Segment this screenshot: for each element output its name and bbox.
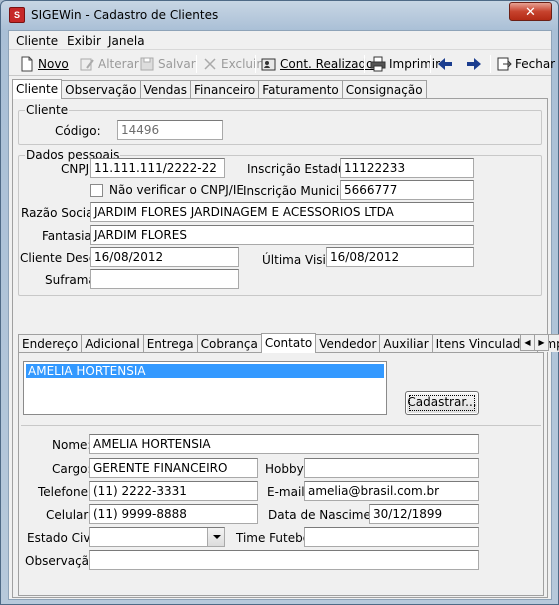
window-title: SIGEWin - Cadastro de Clientes	[31, 8, 219, 22]
estado-civil-select[interactable]	[89, 527, 225, 547]
new-document-icon	[19, 56, 35, 72]
menu-exibir[interactable]: Exibir	[67, 34, 101, 48]
arrow-left-icon	[437, 56, 453, 72]
tab-financeiro[interactable]: Financeiro	[190, 80, 260, 98]
novo-label: Novo	[38, 57, 69, 71]
arrow-right-icon	[466, 56, 482, 72]
cargo-field[interactable]: GERENTE FINANCEIRO	[89, 458, 258, 478]
cadastrar-button[interactable]: Cadastrar...	[405, 391, 479, 415]
toolbar-separator	[490, 55, 491, 73]
imprimir-label: Imprimir	[389, 57, 441, 71]
excluir-button[interactable]: Excluir	[200, 54, 263, 74]
email-label: E-mail:	[267, 485, 309, 499]
celular-field[interactable]: (11) 9999-8888	[89, 504, 258, 524]
salvar-button[interactable]: Salvar	[137, 54, 198, 74]
tab-auxiliar[interactable]: Auxiliar	[379, 334, 433, 352]
toolbar-separator	[430, 55, 431, 73]
cnpj-label: CNPJ	[61, 162, 90, 176]
exit-door-icon	[496, 56, 512, 72]
toolbar-separator	[255, 55, 256, 73]
menu-cliente[interactable]: Cliente	[16, 34, 58, 48]
inscricao-estadual-field[interactable]: 11122233	[340, 158, 474, 178]
fechar-label: Fechar	[515, 57, 556, 71]
printer-icon	[370, 56, 386, 72]
cliente-tab-panel: Cliente Código: 14496 Dados pessoais CNP…	[12, 98, 559, 598]
fantasia-label: Fantasia	[42, 229, 92, 243]
suframa-label: Suframa	[45, 273, 96, 287]
tab-cliente[interactable]: Cliente	[12, 79, 63, 99]
nome-label: Nome:	[52, 438, 92, 452]
razao-social-field[interactable]: JARDIM FLORES JARDINAGEM E ACESSORIOS LT…	[90, 202, 474, 222]
contacts-icon	[261, 56, 277, 72]
main-window: S SIGEWin - Cadastro de Clientes ✕ Clien…	[0, 0, 559, 605]
close-window-button[interactable]: ✕	[509, 2, 552, 21]
data-nascimento-field[interactable]: 30/12/1899	[369, 504, 479, 524]
dados-pessoais-group: Dados pessoais CNPJ 11.111.111/2222-22 I…	[18, 148, 542, 296]
razao-social-label: Razão Social	[21, 206, 97, 220]
save-icon	[139, 56, 155, 72]
cliente-group: Cliente Código: 14496	[18, 103, 542, 145]
hobby-label: Hobby:	[265, 462, 307, 476]
celular-label: Celular:	[46, 508, 93, 522]
codigo-field[interactable]: 14496	[117, 120, 223, 140]
divider	[21, 425, 541, 426]
nome-field[interactable]: AMELIA HORTENSIA	[89, 434, 479, 454]
title-bar[interactable]: S SIGEWin - Cadastro de Clientes ✕	[1, 1, 558, 29]
alterar-label: Alterar	[98, 57, 139, 71]
toolbar: Novo Alterar Salvar Excluir Cont. Realiz…	[9, 52, 555, 76]
tab-observacao[interactable]: Observação	[61, 80, 141, 98]
tab-contato[interactable]: Contato	[260, 333, 317, 353]
alterar-button[interactable]: Alterar	[77, 54, 141, 74]
cnpj-field[interactable]: 11.111.111/2222-22	[90, 158, 225, 178]
cargo-label: Cargo:	[52, 462, 92, 476]
hobby-field[interactable]	[304, 458, 479, 478]
client-area: Cliente Exibir Janela Novo Alterar Salva…	[8, 30, 559, 600]
cliente-group-legend: Cliente	[25, 103, 70, 117]
main-tabs: Cliente Observação Vendas Financeiro Fat…	[12, 79, 427, 99]
previous-button[interactable]	[435, 54, 455, 74]
nao-verificar-checkbox[interactable]	[90, 184, 103, 197]
app-icon: S	[9, 7, 25, 23]
tab-vendas[interactable]: Vendas	[139, 80, 192, 98]
suframa-field[interactable]	[90, 269, 239, 289]
tab-entrega[interactable]: Entrega	[142, 334, 198, 352]
telefone-field[interactable]: (11) 2222-3331	[89, 481, 258, 501]
tabs-scroll-right[interactable]: ▶	[534, 334, 549, 351]
novo-button[interactable]: Novo	[17, 54, 71, 74]
time-futebol-field[interactable]	[304, 527, 479, 547]
fantasia-field[interactable]: JARDIM FLORES	[90, 225, 474, 245]
fechar-button[interactable]: Fechar	[494, 54, 557, 74]
tab-faturamento[interactable]: Faturamento	[258, 80, 343, 98]
tabs-scroll-left[interactable]: ◀	[520, 334, 535, 351]
observacao-field[interactable]	[89, 550, 479, 570]
menu-janela[interactable]: Janela	[108, 34, 145, 48]
telefone-label: Telefone:	[38, 485, 92, 499]
contacts-list[interactable]: AMELIA HORTENSIA	[23, 361, 387, 415]
ultima-visita-field[interactable]: 16/08/2012	[326, 247, 474, 267]
inscricao-municipal-field[interactable]: 5666777	[340, 180, 474, 200]
tab-vendedor[interactable]: Vendedor	[315, 334, 381, 352]
next-button[interactable]	[464, 54, 484, 74]
chevron-down-icon[interactable]	[207, 528, 224, 546]
contato-tab-panel: AMELIA HORTENSIA Cadastrar... Nome: AMEL…	[18, 352, 544, 596]
contact-list-item[interactable]: AMELIA HORTENSIA	[26, 364, 384, 378]
delete-icon	[202, 56, 218, 72]
edit-icon	[79, 56, 95, 72]
sub-tabs: Endereço Adicional Entrega Cobrança Cont…	[18, 333, 559, 353]
cadastrar-label: Cadastrar...	[407, 395, 477, 409]
cliente-desde-field[interactable]: 16/08/2012	[90, 247, 239, 267]
email-field[interactable]: amelia@brasil.com.br	[304, 481, 479, 501]
tab-cobranca[interactable]: Cobrança	[196, 334, 262, 352]
tab-endereco[interactable]: Endereço	[18, 334, 83, 352]
salvar-label: Salvar	[158, 57, 196, 71]
codigo-label: Código:	[55, 124, 101, 138]
menu-bar: Cliente Exibir Janela	[9, 31, 551, 50]
nao-verificar-label: Não verificar o CNPJ/IE	[109, 183, 244, 197]
tab-adicional[interactable]: Adicional	[81, 334, 144, 352]
tab-consignacao[interactable]: Consignação	[341, 80, 427, 98]
toolbar-separator	[364, 55, 365, 73]
toolbar-separator	[196, 55, 197, 73]
